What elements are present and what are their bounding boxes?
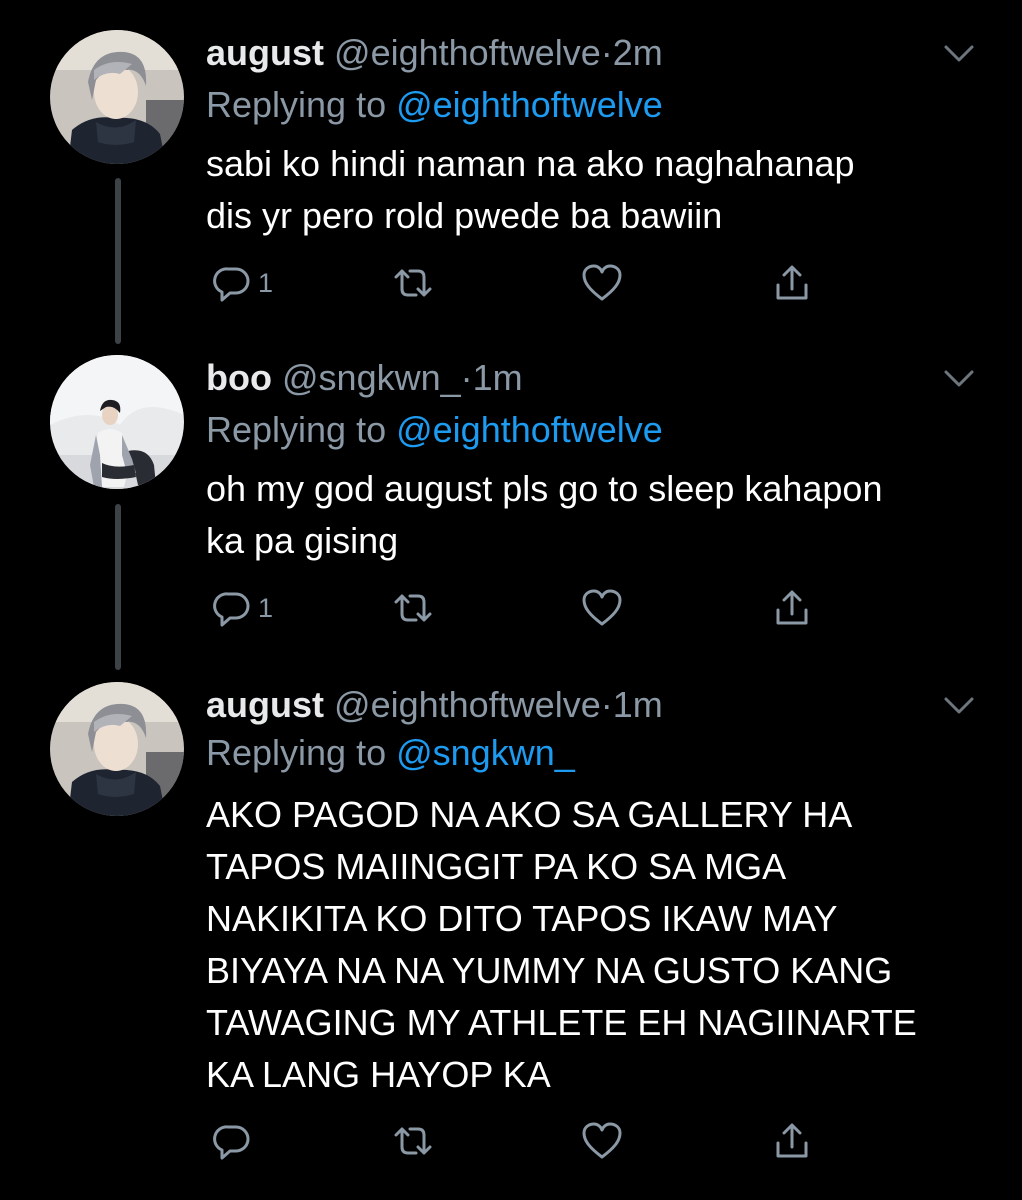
retweet-icon [394,269,432,297]
avatar[interactable] [50,682,184,816]
replying-to-label: Replying to [206,409,397,450]
replying-to-label: Replying to [206,84,397,125]
retweet-button[interactable] [390,260,436,306]
reply-button[interactable] [212,1118,258,1164]
reply-button[interactable]: 1 [212,585,273,631]
like-icon [582,589,622,626]
avatar[interactable] [50,355,184,489]
chevron-down-icon[interactable] [942,688,976,722]
share-icon [776,1123,808,1158]
reply-button[interactable]: 1 [212,260,273,306]
tweet[interactable]: august @eighthoftwelve·2m Replying to @e… [0,30,1022,330]
like-button[interactable] [580,260,624,306]
action-bar [206,1118,826,1164]
replying-to-label: Replying to [206,732,397,773]
display-name[interactable]: august [206,32,324,73]
tweet-header: august @eighthoftwelve·2m [206,30,663,76]
display-name[interactable]: august [206,684,324,725]
like-button[interactable] [580,1118,624,1164]
like-icon [582,1122,622,1159]
share-button[interactable] [772,260,812,306]
separator-dot: · [460,357,473,398]
tweet-text: AKO PAGOD NA AKO SA GALLERY HA TAPOS MAI… [206,794,917,1095]
tweet-header: august @eighthoftwelve·1m [206,682,663,728]
chevron-down-icon[interactable] [942,36,976,70]
action-bar: 1 [206,260,826,306]
mention-link[interactable]: @eighthoftwelve [396,84,663,125]
mention-link[interactable]: @eighthoftwelve [396,409,663,450]
tweet-text: oh my god august pls go to sleep kahapon… [206,468,883,561]
chevron-down-icon[interactable] [942,361,976,395]
like-button[interactable] [580,585,624,631]
retweet-button[interactable] [390,1118,436,1164]
mention-link[interactable]: @sngkwn_ [396,732,575,773]
share-button[interactable] [772,585,812,631]
like-icon [582,264,622,301]
retweet-button[interactable] [390,585,436,631]
avatar[interactable] [50,30,184,164]
user-handle[interactable]: @sngkwn_ [282,357,461,398]
timestamp[interactable]: 2m [613,32,663,73]
user-handle[interactable]: @eighthoftwelve [334,684,601,725]
reply-icon [213,1125,250,1160]
action-bar: 1 [206,585,826,631]
retweet-icon [394,1127,432,1155]
share-icon [776,590,808,625]
reply-icon [213,592,250,627]
timestamp[interactable]: 1m [473,357,523,398]
reply-count: 1 [258,592,274,623]
reply-count: 1 [258,267,274,298]
timestamp[interactable]: 1m [613,684,663,725]
share-icon [776,265,808,300]
tweet[interactable]: august @eighthoftwelve·1m Replying to @s… [0,682,1022,1182]
tweet[interactable]: boo @sngkwn_·1m Replying to @eighthoftwe… [0,355,1022,655]
replying-to: Replying to @eighthoftwelve [206,407,663,453]
reply-icon [213,267,250,302]
tweet-header: boo @sngkwn_·1m [206,355,523,401]
retweet-icon [394,594,432,622]
tweet-text: sabi ko hindi naman na ako naghahanap di… [206,143,855,236]
user-handle[interactable]: @eighthoftwelve [334,32,601,73]
share-button[interactable] [772,1118,812,1164]
display-name[interactable]: boo [206,357,272,398]
separator-dot: · [600,684,613,725]
separator-dot: · [600,32,613,73]
replying-to: Replying to @sngkwn_ [206,730,575,776]
replying-to: Replying to @eighthoftwelve [206,82,663,128]
